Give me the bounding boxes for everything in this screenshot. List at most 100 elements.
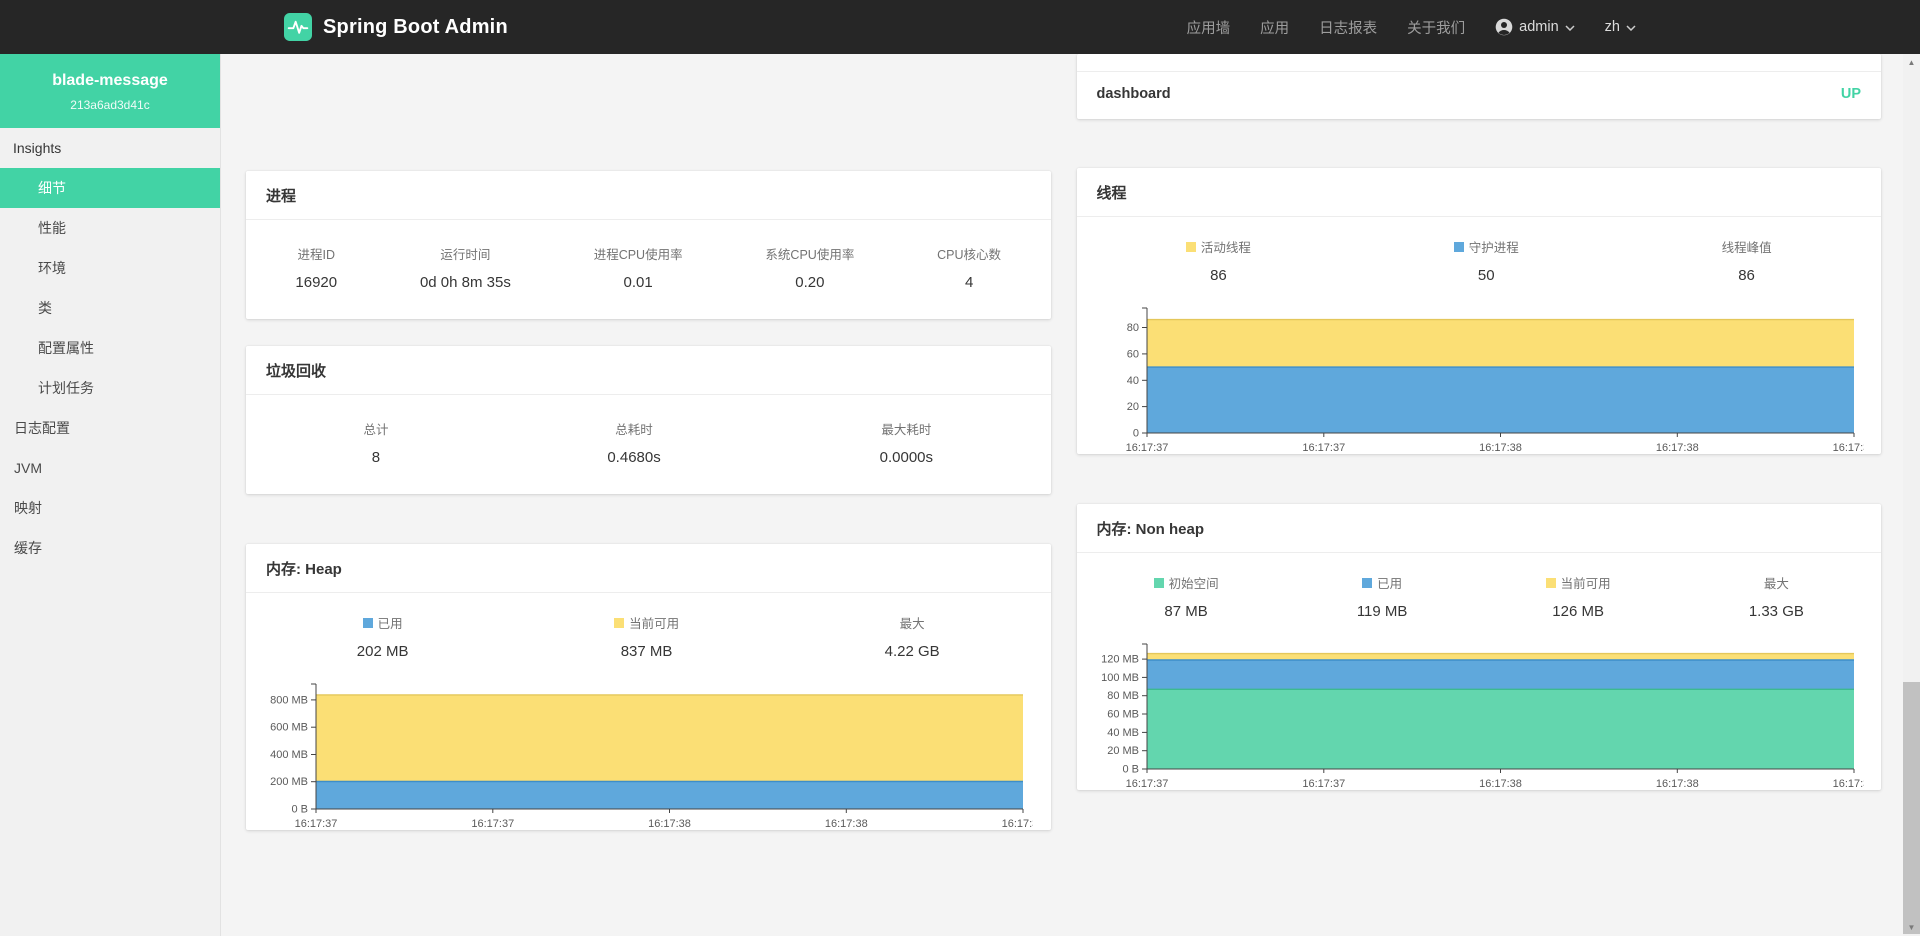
- svg-text:600 MB: 600 MB: [270, 722, 308, 734]
- svg-text:16:17:37: 16:17:37: [1302, 778, 1345, 790]
- metric-gc-total-time: 总耗时 0.4680s: [607, 419, 660, 466]
- metric-value: 4: [937, 274, 1001, 291]
- legend-value: 202 MB: [357, 643, 409, 660]
- user-name: admin: [1519, 19, 1559, 35]
- sidebar-item-caches[interactable]: 缓存: [0, 528, 220, 568]
- sidebar-item-log-config[interactable]: 日志配置: [0, 408, 220, 448]
- process-metrics: 进程ID 16920 运行时间 0d 0h 8m 35s 进程CPU使用率 0.…: [246, 220, 1051, 319]
- sidebar-item-details[interactable]: 细节: [0, 168, 220, 208]
- app-scrollbar[interactable]: ▲ ▼: [1903, 54, 1920, 936]
- metric-gc-count: 总计 8: [363, 419, 388, 466]
- gc-card-title: 垃圾回收: [246, 346, 1051, 395]
- svg-text:16:17:37: 16:17:37: [295, 818, 338, 830]
- user-avatar-icon: [1495, 18, 1513, 36]
- sidebar-item-jvm[interactable]: JVM: [0, 448, 220, 488]
- svg-text:16:17:37: 16:17:37: [471, 818, 514, 830]
- svg-text:16:17:38: 16:17:38: [648, 818, 691, 830]
- heap-legend: 已用 202 MB 当前可用 837 MB: [246, 593, 1051, 674]
- legend-label: 守护进程: [1469, 237, 1519, 256]
- left-column: 进程 进程ID 16920 运行时间 0d 0h 8m 35s 进程CPU使用率…: [246, 54, 1051, 854]
- nav-link-about[interactable]: 关于我们: [1407, 17, 1465, 38]
- language-selector[interactable]: zh: [1605, 19, 1636, 35]
- threads-legend: 活动线程 86 守护进程 50 线程峰值: [1077, 217, 1882, 298]
- legend-label: 最大: [1764, 573, 1789, 592]
- svg-text:400 MB: 400 MB: [270, 749, 308, 761]
- nonheap-legend: 初始空间 87 MB 已用 119 MB 当: [1077, 553, 1882, 634]
- legend-label: 已用: [378, 613, 403, 632]
- nav-link-wallboard[interactable]: 应用墙: [1187, 17, 1231, 38]
- metric-value: 0.01: [594, 274, 683, 291]
- navbar-links: 应用墙 应用 日志报表 关于我们 admin zh: [1187, 17, 1636, 38]
- svg-text:16:17:39: 16:17:39: [1832, 442, 1863, 454]
- svg-text:16:17:37: 16:17:37: [1125, 442, 1168, 454]
- navbar: Spring Boot Admin 应用墙 应用 日志报表 关于我们 admin…: [0, 0, 1920, 54]
- svg-text:16:17:39: 16:17:39: [1002, 818, 1033, 830]
- heap-memory-card: 内存: Heap 已用 202 MB 当前可用: [246, 544, 1051, 830]
- scrollbar-down-arrow[interactable]: ▼: [1903, 919, 1920, 936]
- svg-text:20 MB: 20 MB: [1107, 745, 1139, 757]
- threads-card: 线程 活动线程 86 守护进程 50: [1077, 168, 1882, 454]
- chevron-down-icon: [1626, 25, 1636, 31]
- nav-link-journal[interactable]: 日志报表: [1319, 17, 1377, 38]
- legend-nonheap-max: 最大 1.33 GB: [1749, 573, 1804, 620]
- threads-chart: 02040608016:17:3716:17:3716:17:3816:17:3…: [1095, 304, 1864, 454]
- legend-value: 50: [1454, 267, 1519, 284]
- legend-value: 4.22 GB: [885, 643, 940, 660]
- sidebar-group-insights[interactable]: Insights: [0, 128, 220, 168]
- sidebar-item-scheduled-tasks[interactable]: 计划任务: [0, 368, 220, 408]
- legend-label: 线程峰值: [1722, 237, 1772, 256]
- svg-text:120 MB: 120 MB: [1101, 654, 1139, 666]
- service-name: dashboard: [1097, 86, 1171, 102]
- dashboard-status-card[interactable]: dashboard UP: [1077, 54, 1882, 119]
- language-code: zh: [1605, 19, 1620, 35]
- gc-metrics: 总计 8 总耗时 0.4680s 最大耗时 0.0000s: [246, 395, 1051, 494]
- legend-label: 当前可用: [1561, 573, 1611, 592]
- metric-value: 0.4680s: [607, 449, 660, 466]
- legend-value: 119 MB: [1357, 603, 1408, 620]
- scrollbar-thumb[interactable]: [1903, 682, 1920, 934]
- svg-text:800 MB: 800 MB: [270, 694, 308, 706]
- metric-pid: 进程ID 16920: [295, 244, 337, 291]
- legend-label: 最大: [900, 613, 925, 632]
- legend-label: 已用: [1377, 573, 1402, 592]
- right-column: dashboard UP 线程 活动线程 86: [1077, 54, 1882, 814]
- instance-header: blade-message 213a6ad3d41c: [0, 54, 220, 128]
- status-card-clipped-top: [1077, 54, 1882, 71]
- instance-name: blade-message: [8, 72, 212, 90]
- legend-heap-max: 最大 4.22 GB: [885, 613, 940, 660]
- legend-value: 87 MB: [1154, 603, 1219, 620]
- svg-text:16:17:38: 16:17:38: [1479, 442, 1522, 454]
- sidebar-item-environment[interactable]: 环境: [0, 248, 220, 288]
- legend-swatch: [1546, 578, 1556, 588]
- metric-uptime: 运行时间 0d 0h 8m 35s: [420, 244, 511, 291]
- metric-system-cpu: 系统CPU使用率 0.20: [765, 244, 854, 291]
- metric-label: 进程ID: [295, 244, 337, 263]
- sidebar-item-classes[interactable]: 类: [0, 288, 220, 328]
- legend-value: 837 MB: [614, 643, 679, 660]
- sidebar-item-config-props[interactable]: 配置属性: [0, 328, 220, 368]
- nav-link-applications[interactable]: 应用: [1260, 17, 1289, 38]
- instance-id: 213a6ad3d41c: [8, 98, 212, 112]
- legend-value: 86: [1722, 267, 1772, 284]
- sidebar-item-metrics[interactable]: 性能: [0, 208, 220, 248]
- navbar-inner: Spring Boot Admin 应用墙 应用 日志报表 关于我们 admin…: [280, 0, 1640, 54]
- svg-text:80: 80: [1126, 322, 1138, 334]
- brand[interactable]: Spring Boot Admin: [284, 13, 508, 41]
- metric-value: 8: [363, 449, 388, 466]
- legend-heap-used: 已用 202 MB: [357, 613, 409, 660]
- svg-text:16:17:38: 16:17:38: [1655, 778, 1698, 790]
- sidebar-item-mappings[interactable]: 映射: [0, 488, 220, 528]
- legend-value: 1.33 GB: [1749, 603, 1804, 620]
- user-menu[interactable]: admin: [1495, 18, 1575, 36]
- nonheap-card-title: 内存: Non heap: [1077, 504, 1882, 553]
- threads-card-title: 线程: [1077, 168, 1882, 217]
- svg-text:60 MB: 60 MB: [1107, 709, 1139, 721]
- legend-label: 活动线程: [1201, 237, 1251, 256]
- metric-label: 进程CPU使用率: [594, 244, 683, 263]
- metric-label: 最大耗时: [880, 419, 933, 438]
- chevron-down-icon: [1565, 25, 1575, 31]
- metric-label: 系统CPU使用率: [765, 244, 854, 263]
- scrollbar-up-arrow[interactable]: ▲: [1903, 54, 1920, 71]
- metric-value: 16920: [295, 274, 337, 291]
- legend-nonheap-used: 已用 119 MB: [1357, 573, 1408, 620]
